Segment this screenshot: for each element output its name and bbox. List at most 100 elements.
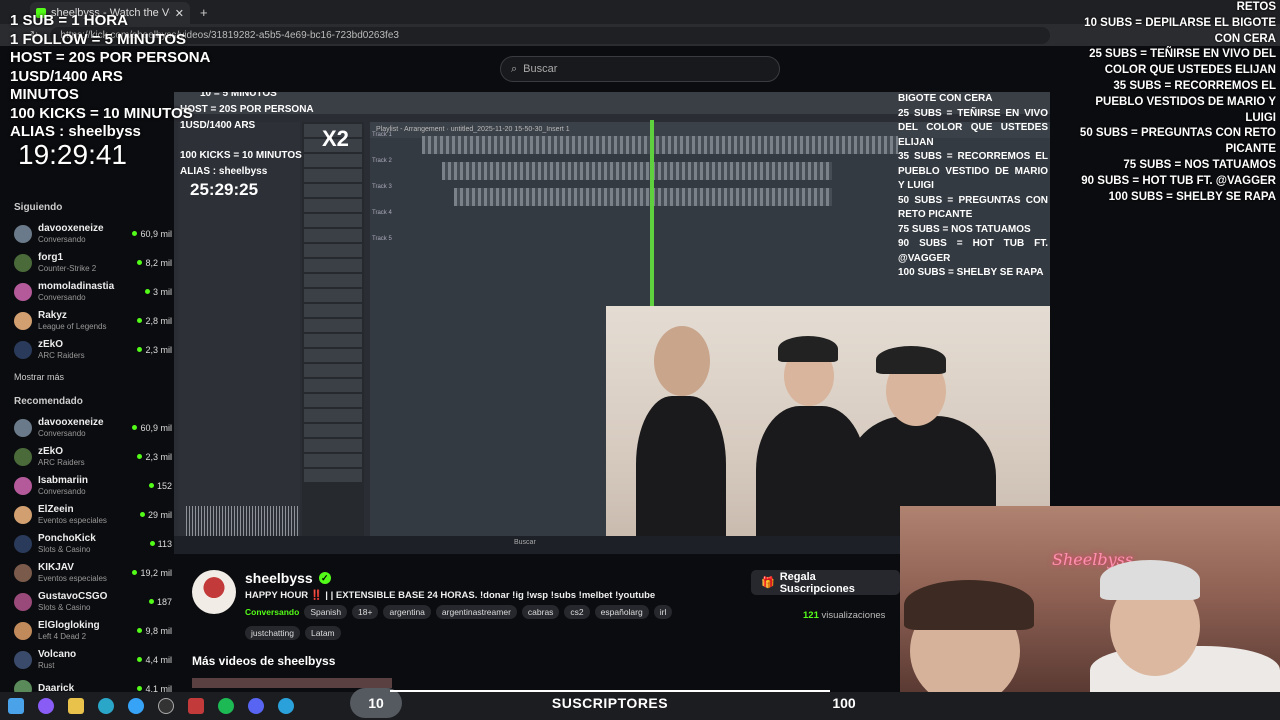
sidebar-item[interactable]: ElZeein Eventos especiales 29 mil xyxy=(14,500,172,529)
show-more-link[interactable]: Mostrar más xyxy=(14,372,172,382)
channel-category: League of Legends xyxy=(38,321,107,331)
channel-category: Counter-Strike 2 xyxy=(38,263,97,273)
streamer-avatar[interactable] xyxy=(192,570,236,614)
streamer-name[interactable]: sheelbyss xyxy=(245,570,313,586)
sidebar-item[interactable]: zEkO ARC Raiders 2,3 mil xyxy=(14,335,172,364)
challenge-line: 100 SUBS = SHELBY SE RAPA xyxy=(1108,190,1276,203)
live-dot-icon xyxy=(137,657,143,662)
live-dot-icon xyxy=(132,570,138,575)
discord-icon[interactable] xyxy=(248,698,264,714)
fl-studio-icon[interactable] xyxy=(188,698,204,714)
copilot-icon[interactable] xyxy=(38,698,54,714)
sidebar-item[interactable]: Isabmariin Conversando 152 xyxy=(14,471,172,500)
edge-icon[interactable] xyxy=(98,698,114,714)
viewer-number: 60,9 mil xyxy=(140,228,172,239)
channel-category: Conversando xyxy=(38,292,86,302)
file-explorer-icon[interactable] xyxy=(68,698,84,714)
channel-info: zEkO ARC Raiders xyxy=(38,339,131,361)
channel-info: forg1 Counter-Strike 2 xyxy=(38,252,131,274)
challenge-line: 35 SUBS = RECORREMOS EL xyxy=(1113,79,1276,92)
channel-name: zEkO xyxy=(38,338,64,350)
challenge-line: 75 SUBS = NOS TATUAMOS xyxy=(1123,158,1276,171)
viewer-number: 2,3 mil xyxy=(145,344,172,355)
avatar xyxy=(14,253,32,272)
viewer-number: 29 mil xyxy=(147,509,172,520)
tag-chip[interactable]: justchatting xyxy=(245,626,300,640)
tag-chip[interactable]: irl xyxy=(653,605,673,619)
tag-chip[interactable]: Spanish xyxy=(304,605,348,619)
sub-goal-bar: 10 SUSCRIPTORES 100 xyxy=(350,688,870,718)
sidebar-item[interactable]: PonchoKick Slots & Casino 113 xyxy=(14,529,172,558)
sidebar-item[interactable]: Rakyz League of Legends 2,8 mil xyxy=(14,306,172,335)
tag-chip[interactable]: cs2 xyxy=(564,605,590,619)
sidebar-item[interactable]: forg1 Counter-Strike 2 8,2 mil xyxy=(14,248,172,277)
channel-info: PonchoKick Slots & Casino xyxy=(38,533,144,555)
category-link[interactable]: Conversando xyxy=(245,607,299,617)
challenge-line: 90 SUBS = HOT TUB FT. @VAGGER xyxy=(1081,174,1276,187)
sidebar-item[interactable]: davooxeneize Conversando 60,9 mil xyxy=(14,219,172,248)
audio-clip xyxy=(442,162,832,180)
obs-icon[interactable] xyxy=(158,698,174,714)
sidebar-item[interactable]: GustavoCSGO Slots & Casino 187 xyxy=(14,587,172,616)
tag-chip[interactable]: Latam xyxy=(305,626,341,640)
verified-icon: ✓ xyxy=(318,572,331,584)
views-number: 121 xyxy=(803,610,819,621)
channel-info: GustavoCSGO Slots & Casino xyxy=(38,591,143,613)
track-label: Track 5 xyxy=(372,236,392,242)
sidebar-item[interactable]: momoladinastia Conversando 3 mil xyxy=(14,277,172,306)
spotify-icon[interactable] xyxy=(218,698,234,714)
windows-start-icon[interactable] xyxy=(8,698,24,714)
overlay-line: 1USD/1400 ARS xyxy=(10,67,123,85)
tag-chip[interactable]: españolarg xyxy=(594,605,649,619)
sidebar-item[interactable]: zEkO ARC Raiders 2,3 mil xyxy=(14,442,172,471)
sidebar-item[interactable]: ElGlogloking Left 4 Dead 2 9,8 mil xyxy=(14,616,172,645)
viewer-number: 2,3 mil xyxy=(145,451,172,462)
viewer-count: 2,3 mil xyxy=(137,345,172,355)
challenge-line: 10 SUBS = DEPILARSE EL BIGOTE xyxy=(1084,16,1276,29)
search-placeholder: Buscar xyxy=(523,63,558,75)
video-challenge-line: 50 SUBS = PREGUNTAS CON RETO PICANTE xyxy=(898,194,1048,221)
avatar xyxy=(14,505,32,524)
gift-icon: 🎁 xyxy=(761,577,775,589)
gift-subs-button[interactable]: 🎁 Regala Suscripciones xyxy=(751,570,900,595)
live-dot-icon xyxy=(137,260,143,265)
track-label: Track 4 xyxy=(372,210,392,216)
channel-name: PonchoKick xyxy=(38,532,96,544)
challenge-line: LUIGI xyxy=(1245,111,1276,124)
channel-name: GustavoCSGO xyxy=(38,590,108,602)
live-dot-icon xyxy=(137,454,143,459)
streamer-name-row: sheelbyss ✓ xyxy=(245,570,331,586)
live-dot-icon xyxy=(139,512,145,517)
channel-name: Rakyz xyxy=(38,309,67,321)
challenge-line: CON CERA xyxy=(1214,32,1276,45)
sidebar-item[interactable]: KIKJAV Eventos especiales 19,2 mil xyxy=(14,558,172,587)
tag-chip[interactable]: 18+ xyxy=(352,605,379,619)
sub-goal-label: SUSCRIPTORES xyxy=(551,695,669,711)
avatar xyxy=(14,418,32,437)
sidebar-item[interactable]: Volcano Rust 4,4 mil xyxy=(14,645,172,674)
vod-thumbnail[interactable] xyxy=(192,678,392,688)
tag-chip[interactable]: cabras xyxy=(521,605,560,619)
gift-subs-label: Regala Suscripciones xyxy=(779,570,855,595)
avatar xyxy=(14,311,32,330)
telegram-icon[interactable] xyxy=(278,698,294,714)
sidebar-item[interactable]: davooxeneize Conversando 60,9 mil xyxy=(14,413,172,442)
challenge-line: PUEBLO VESTIDOS DE MARIO Y xyxy=(1095,95,1276,108)
live-dot-icon xyxy=(132,425,138,430)
multiplier-label: X2 xyxy=(322,126,349,151)
video-challenge-line: 75 SUBS = NOS TATUAMOS xyxy=(898,223,1031,235)
sub-current: 10 xyxy=(350,688,402,718)
challenge-line: PICANTE xyxy=(1225,143,1276,156)
viewer-number: 8,2 mil xyxy=(145,257,172,268)
overlay-line: 1 FOLLOW = 5 MINUTOS xyxy=(10,30,186,48)
channel-name: Volcano xyxy=(38,648,77,660)
tag-chip[interactable]: argentina xyxy=(383,605,431,619)
inner-line: ALIAS : sheelbyss xyxy=(180,166,268,177)
browser-icon[interactable] xyxy=(128,698,144,714)
recommended-list: davooxeneize Conversando 60,9 mil zEkO ARC R… xyxy=(14,413,172,703)
video-player[interactable]: Playlist - Arrangement · untitled_2025-1… xyxy=(174,92,1050,554)
tag-chip[interactable]: argentinastreamer xyxy=(435,605,517,619)
search-input[interactable]: ⌕ Buscar xyxy=(500,56,780,82)
channel-name: momoladinastia xyxy=(38,280,115,292)
video-challenge-list: BIGOTE CON CERA 25 SUBS = TEÑIRSE EN VIVO… xyxy=(898,92,1048,281)
